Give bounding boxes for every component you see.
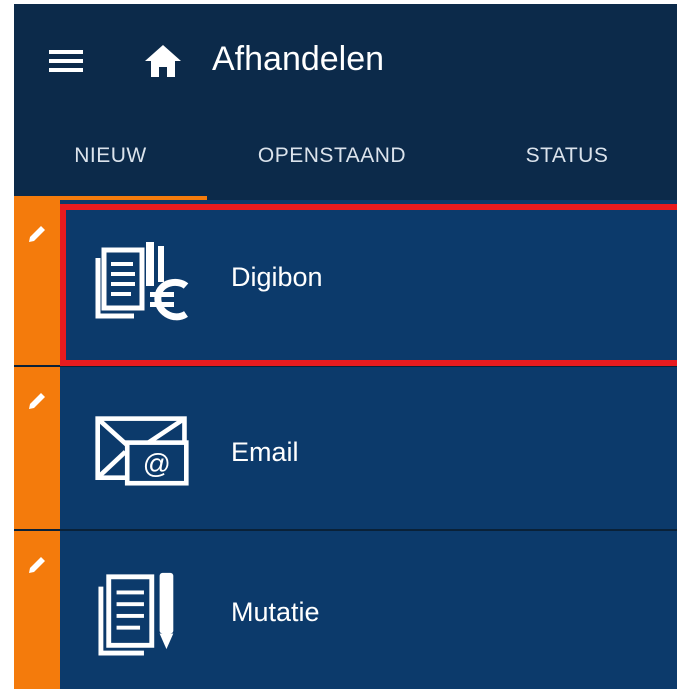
highlight-box bbox=[60, 204, 677, 366]
envelope-at-icon: @ bbox=[95, 416, 189, 486]
tab-nieuw[interactable]: NIEUW bbox=[14, 112, 207, 200]
pencil-icon[interactable] bbox=[25, 222, 49, 246]
item-accent-strip bbox=[14, 531, 60, 689]
tab-openstaand[interactable]: OPENSTAAND bbox=[207, 112, 457, 200]
app-bar: Afhandelen bbox=[14, 4, 677, 112]
item-accent-strip bbox=[14, 367, 60, 529]
tab-status[interactable]: STATUS bbox=[457, 112, 677, 200]
item-label-mutatie: Mutatie bbox=[231, 597, 320, 627]
list-item-email[interactable]: @ Email bbox=[14, 367, 677, 529]
tab-bar: NIEUW OPENSTAAND STATUS bbox=[14, 112, 677, 200]
item-label-email: Email bbox=[231, 437, 299, 467]
page-title: Afhandelen bbox=[212, 40, 385, 78]
document-pencil-icon bbox=[98, 572, 174, 656]
hamburger-menu-icon[interactable] bbox=[49, 46, 83, 76]
svg-text:@: @ bbox=[143, 448, 171, 479]
pencil-icon[interactable] bbox=[25, 553, 49, 577]
list-item-mutatie[interactable]: Mutatie bbox=[14, 531, 677, 689]
home-icon[interactable] bbox=[142, 42, 184, 80]
app-frame: Afhandelen NIEUW OPENSTAAND STATUS Digib… bbox=[14, 4, 677, 689]
pencil-icon[interactable] bbox=[25, 389, 49, 413]
item-accent-strip bbox=[14, 200, 60, 365]
